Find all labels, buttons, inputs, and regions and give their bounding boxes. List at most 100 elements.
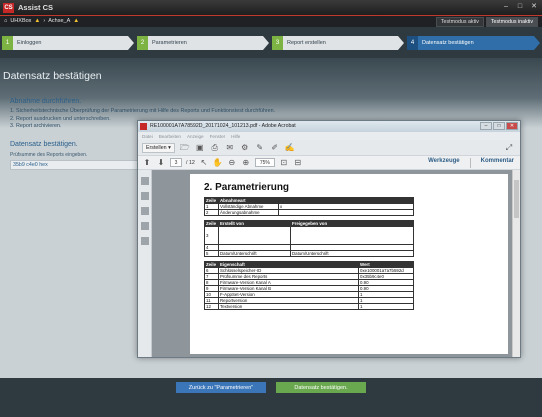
comment-tab[interactable]: Kommentar [481, 158, 514, 168]
title-bar: CS Assist CS – □ ✕ [0, 0, 542, 16]
scrollbar-thumb[interactable] [514, 180, 519, 218]
breadcrumb-item-device[interactable]: UHXBox [10, 18, 31, 24]
signature-table: Zeile Erstellt von Freigegeben von 3 4 5… [204, 220, 414, 257]
step-number: 4 [407, 36, 418, 50]
settings-icon[interactable]: ⚙ [240, 143, 250, 153]
table-cell [278, 209, 414, 216]
prev-page-icon[interactable]: ⬆ [142, 158, 152, 168]
confirm-title: Datensatz bestätigen. [10, 140, 78, 148]
properties-table: Zeile Eigenschaft Wert 6 Schlüsselspeiche… [204, 261, 414, 310]
table-cell: Datum/Unterschrift [218, 250, 291, 257]
print-icon[interactable]: ⎙ [210, 143, 220, 153]
table-row: 12 Textversion 1 [204, 303, 414, 310]
home-icon[interactable]: ⌂ [4, 18, 7, 24]
acrobat-window-controls: – □ ✕ [480, 122, 518, 130]
acrobat-toolbar: Erstellen ▾ 🗁 ▣ ⎙ ✉ ⚙ ✎ ✐ ✍ ⤢ [138, 140, 520, 156]
divider [469, 157, 471, 168]
table-cell: 12 [204, 303, 219, 310]
hand-tool-icon[interactable]: ✋ [213, 158, 223, 168]
page-total: / 12 [186, 159, 195, 166]
acrobat-menu-bar: Datei Bearbeiten Anzeige Fenster Hilfe [138, 132, 520, 140]
attachments-icon[interactable] [140, 207, 149, 215]
warning-icon: ▲ [73, 18, 80, 24]
step-label: Parametrieren [152, 40, 187, 46]
highlight-icon[interactable]: ✐ [270, 143, 280, 153]
save-icon[interactable]: ▣ [195, 143, 205, 153]
menu-edit[interactable]: Bearbeiten [159, 134, 181, 139]
test-mode-active-button[interactable]: Testmodus aktiv [435, 17, 484, 27]
table-row: 2 Änderungsabnahme [204, 209, 414, 216]
menu-window[interactable]: Fenster [210, 134, 226, 139]
test-mode-toggle: Testmodus aktiv Testmodus inaktiv [435, 17, 538, 27]
open-folder-icon[interactable]: 🗁 [180, 143, 190, 153]
table-cell: 2 [204, 209, 219, 216]
select-tool-icon[interactable]: ↖ [199, 158, 209, 168]
acrobat-nav-bar: ⬆ ⬇ 3 / 12 ↖ ✋ ⊖ ⊕ 75% ⊡ ⊟ Werkzeuge Kom… [138, 156, 520, 170]
back-to-parametrize-button[interactable]: Zurück zu "Parametrieren" [176, 382, 266, 393]
comment-icon[interactable]: ✎ [255, 143, 265, 153]
minimize-icon[interactable]: – [502, 2, 510, 12]
table-cell [290, 226, 414, 245]
email-icon[interactable]: ✉ [225, 143, 235, 153]
pdf-page: 2. Parametrierung Zeile Abnahmeart 1 Vol… [190, 174, 508, 354]
fit-width-icon[interactable]: ⊟ [293, 158, 303, 168]
instruction-line: 2. Report ausdrucken und unterschreiben. [10, 115, 111, 122]
step-label: Einloggen [17, 40, 42, 46]
step-label: Datensatz bestätigen [422, 40, 474, 46]
thumbnails-icon[interactable] [140, 177, 149, 185]
window-controls: – □ ✕ [502, 2, 538, 12]
table-cell [218, 226, 291, 245]
acceptance-table: Zeile Abnahmeart 1 Vollständige Abnahme … [204, 197, 414, 216]
table-cell: 1 [358, 303, 414, 310]
navigation-pane [138, 170, 152, 357]
maximize-icon[interactable]: □ [516, 2, 524, 12]
step-confirm-dataset[interactable]: 4 Datensatz bestätigen [407, 36, 540, 50]
zoom-out-icon[interactable]: ⊖ [227, 158, 237, 168]
step-number: 1 [2, 36, 13, 50]
table-row: 5 Datum/Unterschrift Datum/Unterschrift [204, 250, 414, 257]
step-login[interactable]: 1 Einloggen [2, 36, 134, 50]
fit-page-icon[interactable]: ⊡ [279, 158, 289, 168]
step-create-report[interactable]: 3 Report erstellen [272, 36, 404, 50]
menu-file[interactable]: Datei [142, 134, 153, 139]
close-icon[interactable]: ✕ [506, 122, 518, 130]
layers-icon[interactable] [140, 237, 149, 245]
zoom-in-icon[interactable]: ⊕ [241, 158, 251, 168]
sign-icon[interactable]: ✍ [285, 143, 295, 153]
table-row: 3 [204, 226, 414, 245]
panel-tabs: Werkzeuge Kommentar [428, 157, 520, 168]
minimize-icon[interactable]: – [480, 122, 492, 130]
checksum-input[interactable]: 35b9 c4e0 hex [10, 159, 142, 170]
maximize-icon[interactable]: □ [493, 122, 505, 130]
menu-view[interactable]: Anzeige [187, 134, 204, 139]
warning-icon: ▲ [34, 18, 41, 24]
pdf-heading: 2. Parametrierung [204, 182, 290, 193]
vertical-scrollbar[interactable] [512, 170, 520, 357]
next-page-icon[interactable]: ⬇ [156, 158, 166, 168]
acrobat-window: RE100001A7A78592D_20171024_101213.pdf - … [137, 120, 521, 358]
tools-tab[interactable]: Werkzeuge [428, 158, 460, 168]
test-mode-inactive-button[interactable]: Testmodus inaktiv [485, 17, 538, 27]
close-icon[interactable]: ✕ [530, 2, 538, 12]
page-number-input[interactable]: 3 [170, 158, 182, 167]
instructions-panel: Abnahme durchführen. 1. Sicherheitstechn… [10, 98, 275, 170]
acrobat-title: RE100001A7A78592D_20171024_101213.pdf - … [150, 123, 296, 129]
signatures-icon[interactable] [140, 222, 149, 230]
step-parametrize[interactable]: 2 Parametrieren [137, 36, 269, 50]
create-button[interactable]: Erstellen ▾ [142, 142, 175, 153]
share-icon[interactable]: ⤢ [504, 143, 514, 153]
table-cell: Änderungsabnahme [218, 209, 279, 216]
table-cell: 3 [204, 226, 219, 245]
step-number: 2 [137, 36, 148, 50]
app-title: Assist CS [18, 3, 54, 12]
menu-help[interactable]: Hilfe [231, 134, 240, 139]
breadcrumb-item-axis[interactable]: Achse_A [48, 18, 70, 24]
document-area: 2. Parametrierung Zeile Abnahmeart 1 Vol… [138, 170, 520, 357]
instruction-line: 3. Report archivieren. [10, 123, 62, 129]
page-title: Datensatz bestätigen [3, 70, 102, 82]
zoom-select[interactable]: 75% [254, 158, 275, 167]
step-bar: 1 Einloggen 2 Parametrieren 3 Report ers… [0, 36, 542, 50]
confirm-dataset-button[interactable]: Datensatz bestätigen. [276, 382, 366, 393]
bookmarks-icon[interactable] [140, 192, 149, 200]
table-cell: Datum/Unterschrift [290, 250, 414, 257]
